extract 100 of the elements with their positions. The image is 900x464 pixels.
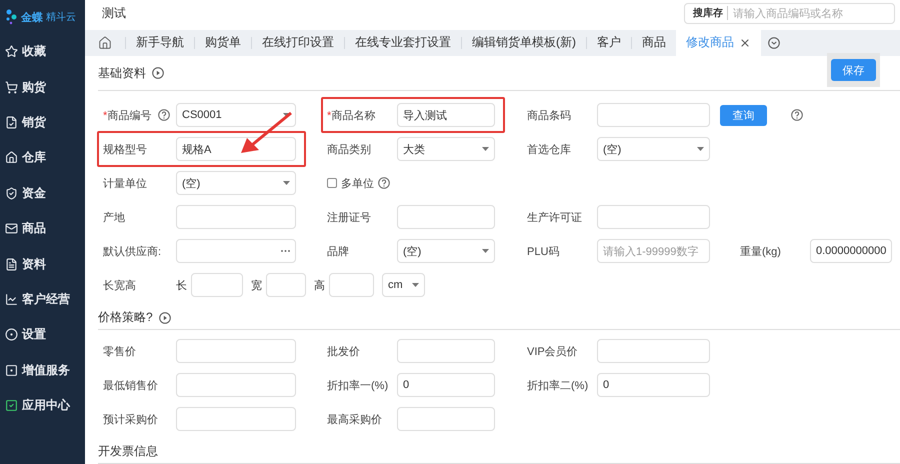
menu-icon: [5, 80, 18, 94]
field-label: 零售价: [103, 344, 136, 358]
unit-select[interactable]: cm: [382, 273, 425, 297]
field-label: 商品条码: [527, 108, 571, 122]
field-label: PLU码: [527, 244, 560, 258]
input-field[interactable]: [397, 407, 495, 431]
select-field[interactable]: (空): [597, 137, 710, 161]
sidebar-item[interactable]: 收藏: [0, 34, 85, 70]
search-field[interactable]: 搜库存 请输入商品编码或名称: [684, 2, 895, 24]
select-field[interactable]: (空): [176, 171, 296, 195]
sidebar-item[interactable]: 设置: [0, 317, 85, 353]
tab[interactable]: 商品: [632, 30, 676, 56]
home-icon: [98, 36, 112, 50]
help-icon[interactable]: [378, 177, 390, 189]
logo-icon: [6, 9, 18, 25]
input-field[interactable]: 导入测试: [397, 103, 495, 127]
sidebar-item[interactable]: 商品: [0, 210, 85, 246]
select-field[interactable]: CS0001: [176, 103, 296, 127]
sidebar-item[interactable]: 客户经营: [0, 282, 85, 318]
sidebar-item[interactable]: 增值服务: [0, 352, 85, 388]
help-icon[interactable]: [158, 109, 170, 121]
menu-icon: [5, 258, 18, 271]
input-field[interactable]: [176, 407, 296, 431]
section-title: 开发票信息: [98, 443, 158, 460]
caret-icon: [283, 181, 290, 185]
field-label: 长宽高: [103, 278, 136, 292]
field-label: 商品类别: [327, 142, 371, 156]
checkbox-label: 多单位: [341, 176, 374, 190]
help-icon[interactable]: [791, 109, 803, 121]
page-title: 测试: [102, 4, 126, 22]
field-label: *商品名称: [327, 108, 376, 122]
field-label: 默认供应商:: [103, 244, 162, 258]
field-label: 首选仓库: [527, 142, 571, 156]
input-field[interactable]: 0: [597, 373, 710, 397]
input-field[interactable]: [597, 103, 710, 127]
input-field[interactable]: [176, 373, 296, 397]
field-label: 注册证号: [327, 210, 371, 224]
sidebar-item[interactable]: 购货: [0, 69, 85, 105]
field-label: 预计采购价: [103, 412, 158, 426]
input-field[interactable]: [397, 205, 495, 229]
chevron-circle-icon: [768, 36, 780, 49]
menu-icon: [5, 364, 18, 377]
field-label: 生产许可证: [527, 210, 582, 224]
field-label: 最低销售价: [103, 378, 158, 392]
play-circle-icon[interactable]: [152, 67, 164, 79]
dimension-label: 宽: [251, 278, 262, 292]
logo-product: 精斗云: [46, 10, 76, 24]
play-circle-icon[interactable]: [158, 312, 171, 324]
close-icon[interactable]: [739, 36, 751, 49]
input-field[interactable]: [176, 339, 296, 363]
section-title: 价格策略?: [98, 309, 153, 326]
field-label: 折扣率一(%): [327, 378, 388, 392]
checkbox[interactable]: [327, 178, 337, 188]
dimension-field[interactable]: [191, 273, 243, 297]
lookup-field[interactable]: [176, 239, 296, 263]
menu-icon: [5, 222, 18, 236]
field-label: 规格型号: [103, 142, 147, 156]
dimension-label: 长: [176, 278, 187, 292]
tab[interactable]: 客户: [587, 30, 631, 56]
input-field[interactable]: [597, 339, 710, 363]
field-label: 计量单位: [103, 176, 147, 190]
tab[interactable]: 编辑销货单模板(新): [462, 30, 586, 56]
input-field[interactable]: [597, 205, 710, 229]
input-field[interactable]: 0.0000000000: [810, 239, 892, 263]
search-label: 搜库存: [693, 6, 728, 20]
menu-icon: [5, 45, 18, 58]
dimension-field[interactable]: [329, 273, 374, 297]
input-field[interactable]: 规格A: [176, 137, 296, 161]
tab[interactable]: 购货单: [195, 30, 251, 56]
dimension-label: 高: [314, 278, 325, 292]
section-title: 基础资料: [98, 64, 146, 82]
sidebar-item[interactable]: 仓库: [0, 140, 85, 176]
input-field[interactable]: [176, 205, 296, 229]
tab[interactable]: 新手导航: [126, 30, 194, 56]
logo-brand: 金蝶: [21, 10, 43, 24]
menu-icon: [5, 292, 18, 306]
field-label: *商品编号: [103, 108, 152, 122]
dimension-field[interactable]: [266, 273, 306, 297]
sidebar-item[interactable]: 资金: [0, 176, 85, 211]
input-field[interactable]: 0: [397, 373, 495, 397]
sidebar-item[interactable]: 销货: [0, 104, 85, 140]
menu-icon: [5, 328, 18, 342]
sidebar-item[interactable]: 资料: [0, 246, 85, 282]
menu-icon: [5, 399, 18, 412]
sidebar-item[interactable]: 应用中心: [0, 388, 85, 424]
caret-icon: [482, 249, 489, 253]
menu-icon: [5, 116, 18, 129]
caret-icon: [283, 113, 290, 117]
input-field[interactable]: [397, 339, 495, 363]
tab[interactable]: 在线打印设置: [252, 30, 344, 56]
caret-icon: [697, 147, 704, 151]
menu-icon: [5, 186, 18, 200]
caret-icon: [482, 147, 489, 151]
tab[interactable]: 在线专业套打设置: [345, 30, 461, 56]
field-label: 重量(kg): [740, 244, 781, 258]
field-label: 产地: [103, 210, 125, 224]
caret-icon: [412, 283, 419, 287]
select-field[interactable]: (空): [397, 239, 495, 263]
select-field[interactable]: 大类: [397, 137, 495, 161]
field-label: VIP会员价: [527, 344, 578, 358]
